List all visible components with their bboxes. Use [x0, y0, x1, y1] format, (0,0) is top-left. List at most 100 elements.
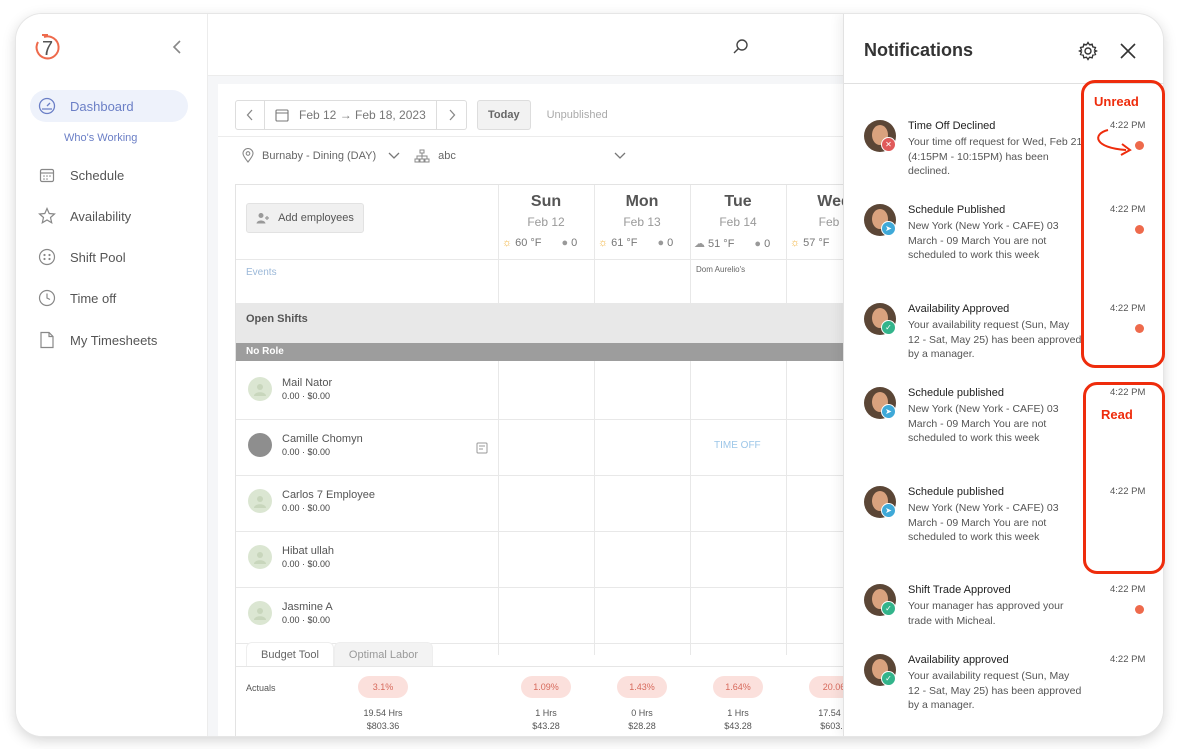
notification-title: Time Off Declined [908, 120, 996, 132]
date-range-picker[interactable]: Feb 12 → Feb 18, 2023 [265, 100, 437, 130]
sun-icon: ☼ [790, 237, 801, 249]
unread-dot [1135, 605, 1144, 614]
employee-name: Camille Chomyn [282, 433, 363, 445]
avatar [248, 601, 272, 625]
today-button[interactable]: Today [477, 100, 531, 130]
employee-row[interactable]: Jasmine A 0.00 · $0.00 [248, 601, 333, 625]
time-off-marker[interactable]: TIME OFF [714, 440, 761, 451]
employee-row[interactable]: Carlos 7 Employee 0.00 · $0.00 [248, 489, 375, 513]
logo: 7 [34, 32, 60, 64]
row-divider [236, 259, 845, 260]
day-name: Mon [625, 193, 659, 210]
sidebar-item-my-timesheets[interactable]: My Timesheets [30, 324, 188, 356]
calendar-icon [38, 166, 56, 184]
actuals-percent: 1.09% [521, 676, 571, 698]
employee-hours: 0.00 · $0.00 [282, 391, 331, 401]
sidebar-item-label: My Timesheets [70, 332, 158, 348]
budget-tabs: Budget Tool Optimal Labor [246, 642, 433, 667]
sidebar-item-dashboard[interactable]: Dashboard [30, 90, 188, 122]
employee-row[interactable]: Mail Nator 0.00 · $0.00 [248, 377, 332, 401]
column-divider [786, 185, 787, 655]
declined-x-icon: ✕ [881, 137, 896, 152]
main-content: Feb 12 → Feb 18, 2023 Today Unpublished … [208, 14, 859, 736]
column-divider [498, 185, 499, 655]
search-icon[interactable] [732, 38, 750, 61]
person-icon: ● [561, 237, 569, 249]
location-select[interactable]: Burnaby - Dining (DAY) [262, 150, 376, 162]
staff-count: 0 [571, 237, 578, 249]
settings-gear-icon[interactable] [1078, 41, 1098, 61]
actuals-percent: 3.1% [358, 676, 408, 698]
schedule-view: Feb 12 → Feb 18, 2023 Today Unpublished … [218, 84, 859, 736]
event-tag[interactable]: Dom Aurelio's [696, 265, 745, 274]
sidebar-subitem-whos-working[interactable]: Who's Working [64, 132, 137, 144]
location-pin-icon [242, 148, 254, 163]
close-icon[interactable] [1118, 41, 1138, 61]
notification-title: Availability approved [908, 654, 1009, 666]
employee-hours: 0.00 · $0.00 [282, 447, 331, 457]
sidebar-item-time-off[interactable]: Time off [30, 282, 188, 314]
tab-optimal-labor[interactable]: Optimal Labor [333, 642, 433, 667]
temperature: 60 °F [515, 237, 542, 249]
person-icon: ● [657, 237, 665, 249]
divider [218, 136, 844, 137]
column-divider [594, 185, 595, 655]
weather-mon: ☼ 61 °F ● 0 [598, 237, 673, 249]
unread-annotation-box [1081, 80, 1165, 368]
day-header-sun: Sun Feb 12 [498, 185, 594, 229]
publish-status: Unpublished [546, 109, 608, 121]
day-date: Feb 12 [527, 215, 565, 229]
employee-row[interactable]: Camille Chomyn 0.00 · $0.00 [248, 433, 363, 457]
tab-budget-tool[interactable]: Budget Tool [246, 642, 334, 667]
sun-icon: ☼ [502, 237, 513, 249]
open-shifts-row: Open Shifts [236, 303, 845, 343]
send-icon: ➤ [881, 503, 896, 518]
sidebar-item-shift-pool[interactable]: Shift Pool [30, 241, 188, 273]
collapse-sidebar-button[interactable] [172, 38, 182, 59]
sidebar-item-schedule[interactable]: Schedule [30, 159, 188, 191]
group-select[interactable]: abc [438, 150, 456, 162]
row-divider [236, 419, 845, 420]
events-label[interactable]: Events [246, 267, 277, 278]
chevron-down-icon[interactable] [388, 152, 400, 160]
app-window: 7 Dashboard Who's Working Schedule Avail… [16, 14, 1163, 736]
avatar [248, 377, 272, 401]
open-shifts-label: Open Shifts [246, 313, 308, 325]
chevron-down-icon[interactable] [614, 152, 626, 160]
day-date: Feb 13 [623, 215, 661, 229]
sun-icon: ☼ [598, 237, 609, 249]
hours-value: 19.54 Hrs [363, 708, 403, 718]
schedule-grid: Add employees Sun Feb 12 Mon Feb 13 Tue … [235, 184, 859, 736]
actuals-percent: 1.64% [713, 676, 763, 698]
sidebar-item-label: Time off [70, 290, 117, 306]
employee-name: Jasmine A [282, 601, 333, 613]
unread-annotation-label: Unread [1094, 94, 1139, 109]
shift-pool-icon [38, 248, 56, 266]
prev-week-button[interactable] [235, 100, 265, 130]
employee-row[interactable]: Hibat ullah 0.00 · $0.00 [248, 545, 334, 569]
note-icon[interactable] [476, 441, 488, 459]
notification-body: New York (New York - CAFE) 03 March - 09… [908, 502, 1059, 543]
avatar [248, 433, 272, 457]
hours-value: 0 Hrs [631, 708, 653, 718]
sidebar-item-label: Dashboard [70, 98, 134, 114]
row-divider [236, 587, 845, 588]
checkmark-icon: ✓ [881, 601, 896, 616]
logo-text: 7 [42, 38, 54, 60]
read-annotation-label: Read [1101, 407, 1133, 422]
next-week-button[interactable] [437, 100, 467, 130]
employee-name: Carlos 7 Employee [282, 489, 375, 501]
date-navigation: Feb 12 → Feb 18, 2023 Today Unpublished [235, 100, 608, 130]
employee-hours: 0.00 · $0.00 [282, 615, 331, 625]
notification-body: New York (New York - CAFE) 03 March - 09… [908, 403, 1059, 444]
day-name: Tue [724, 193, 752, 210]
sidebar-item-availability[interactable]: Availability [30, 200, 188, 232]
sidebar-item-label: Availability [70, 208, 132, 224]
employee-hours: 0.00 · $0.00 [282, 559, 331, 569]
add-user-icon [256, 212, 270, 224]
add-employees-button[interactable]: Add employees [246, 203, 364, 233]
temperature: 57 °F [803, 237, 830, 249]
actuals-percent: 1.43% [617, 676, 667, 698]
rain-cloud-icon: ☁ [694, 238, 705, 250]
actuals-hours: 0 Hrs $28.28 [602, 707, 682, 733]
